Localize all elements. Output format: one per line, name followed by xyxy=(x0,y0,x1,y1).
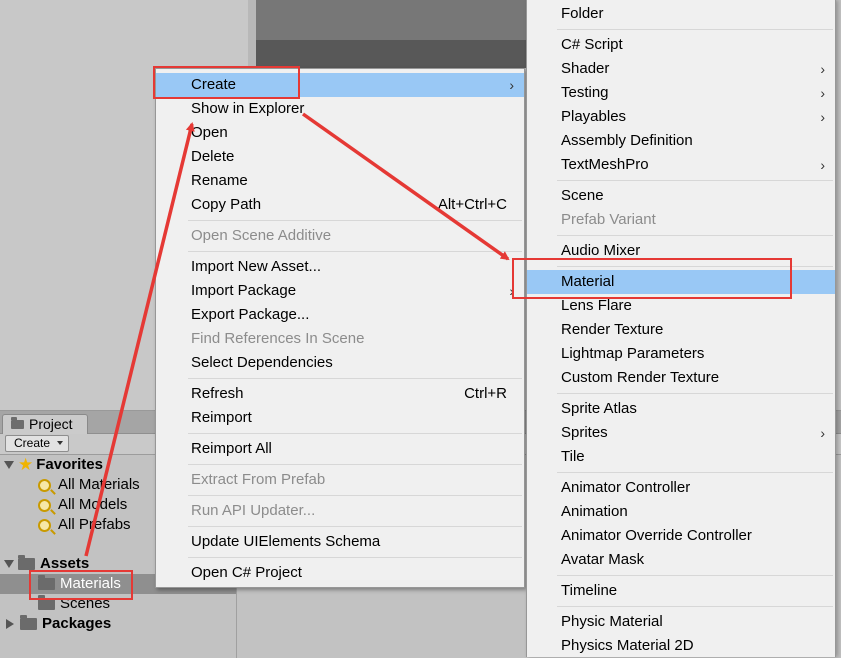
annotation-arrow-to-material xyxy=(301,112,510,261)
annotation-arrow-to-create xyxy=(84,122,195,557)
annotation-arrows xyxy=(84,112,510,557)
